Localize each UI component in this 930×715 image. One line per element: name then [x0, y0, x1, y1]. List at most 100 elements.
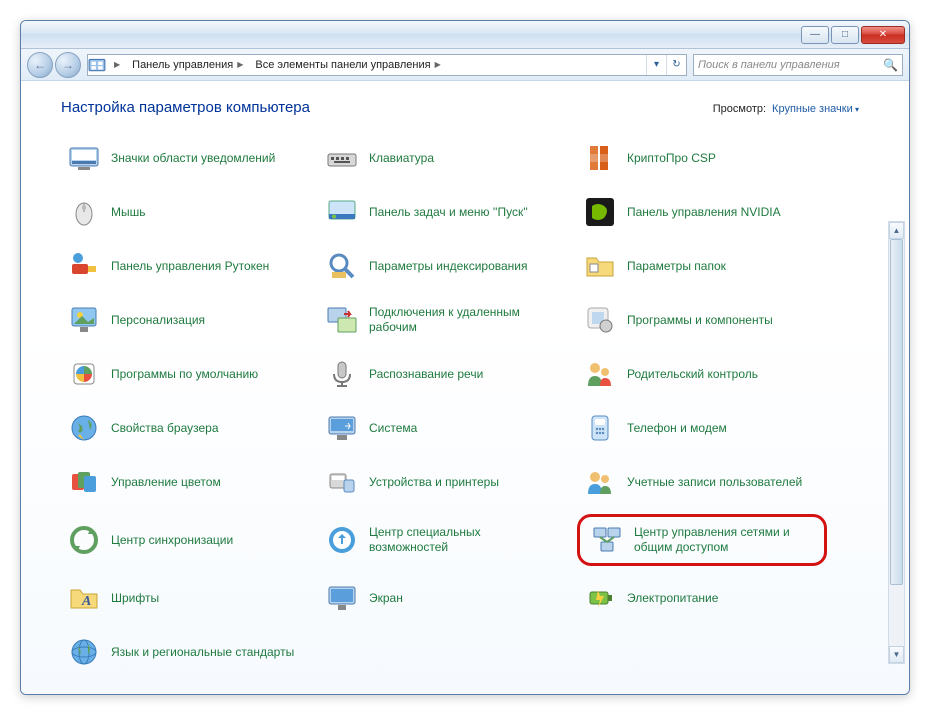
icon-keyboard	[325, 141, 359, 175]
item-label: Подключения к удаленным рабочим	[369, 305, 563, 335]
control-panel-item[interactable]: Значки области уведомлений	[61, 136, 311, 180]
scroll-track[interactable]	[889, 239, 904, 646]
control-panel-icon	[88, 56, 106, 74]
control-panel-item[interactable]: A Шрифты	[61, 576, 311, 620]
icon-programs	[583, 303, 617, 337]
item-label: КриптоПро CSP	[627, 151, 716, 166]
control-panel-item[interactable]: Мышь	[61, 190, 311, 234]
icon-network	[590, 523, 624, 557]
icon-personalization	[67, 303, 101, 337]
icon-speech	[325, 357, 359, 391]
control-panel-item[interactable]: Центр управления сетями и общим доступом	[577, 514, 827, 566]
icon-nvidia	[583, 195, 617, 229]
item-label: Управление цветом	[111, 475, 221, 490]
icon-remote	[325, 303, 359, 337]
item-label: Родительский контроль	[627, 367, 758, 382]
control-panel-item[interactable]: Центр специальных возможностей	[319, 514, 569, 566]
item-label: Параметры индексирования	[369, 259, 527, 274]
control-panel-window: — □ ✕ ← → ▶ Панель управления▶ Все элеме…	[20, 20, 910, 695]
icon-parental	[583, 357, 617, 391]
breadcrumb-sep[interactable]: ▶	[106, 55, 128, 75]
scroll-up-button[interactable]: ▲	[889, 222, 904, 239]
control-panel-item[interactable]: Устройства и принтеры	[319, 460, 569, 504]
control-panel-item[interactable]: Панель управления Рутокен	[61, 244, 311, 288]
item-label: Значки области уведомлений	[111, 151, 275, 166]
control-panel-item[interactable]: Распознавание речи	[319, 352, 569, 396]
control-panel-item[interactable]: Программы и компоненты	[577, 298, 827, 342]
control-panel-item[interactable]: Панель задач и меню ''Пуск''	[319, 190, 569, 234]
icon-folder-options	[583, 249, 617, 283]
icon-system	[325, 411, 359, 445]
address-dropdown[interactable]: ▾	[646, 55, 666, 75]
scroll-thumb[interactable]	[890, 239, 903, 585]
icon-ease	[325, 523, 359, 557]
control-panel-item[interactable]: Система	[319, 406, 569, 450]
control-panel-item[interactable]: Учетные записи пользователей	[577, 460, 827, 504]
control-panel-item[interactable]: КриптоПро CSP	[577, 136, 827, 180]
icon-region	[67, 635, 101, 669]
item-label: Устройства и принтеры	[369, 475, 499, 490]
forward-button[interactable]: →	[55, 52, 81, 78]
control-panel-item[interactable]: Клавиатура	[319, 136, 569, 180]
scroll-down-button[interactable]: ▼	[889, 646, 904, 663]
control-panel-item[interactable]: Персонализация	[61, 298, 311, 342]
control-panel-item[interactable]: Панель управления NVIDIA	[577, 190, 827, 234]
breadcrumb-1[interactable]: Панель управления▶	[128, 55, 251, 75]
icon-color	[67, 465, 101, 499]
view-by-label: Просмотр:	[713, 103, 766, 115]
page-title: Настройка параметров компьютера	[61, 99, 310, 116]
item-label: Центр специальных возможностей	[369, 525, 563, 555]
item-label: Центр синхронизации	[111, 533, 233, 548]
control-panel-item[interactable]: Центр синхронизации	[61, 514, 311, 566]
minimize-button[interactable]: —	[801, 26, 829, 44]
control-panel-item[interactable]: Экран	[319, 576, 569, 620]
icon-rutoken	[67, 249, 101, 283]
item-label: Программы и компоненты	[627, 313, 773, 328]
control-panel-item[interactable]: Родительский контроль	[577, 352, 827, 396]
item-label: Шрифты	[111, 591, 159, 606]
control-panel-item[interactable]: Параметры индексирования	[319, 244, 569, 288]
icon-internet	[67, 411, 101, 445]
item-label: Телефон и модем	[627, 421, 727, 436]
icon-default-programs	[67, 357, 101, 391]
svg-text:A: A	[81, 594, 91, 609]
control-panel-item[interactable]: Язык и региональные стандарты	[61, 630, 311, 674]
search-placeholder: Поиск в панели управления	[698, 59, 840, 71]
search-input[interactable]: Поиск в панели управления 🔍	[693, 54, 903, 76]
item-label: Мышь	[111, 205, 146, 220]
maximize-button[interactable]: □	[831, 26, 859, 44]
control-panel-item[interactable]: Свойства браузера	[61, 406, 311, 450]
icon-mouse	[67, 195, 101, 229]
icon-users	[583, 465, 617, 499]
address-bar[interactable]: ▶ Панель управления▶ Все элементы панели…	[87, 54, 687, 76]
item-label: Панель задач и меню ''Пуск''	[369, 205, 528, 220]
control-panel-item[interactable]: Параметры папок	[577, 244, 827, 288]
icon-phone	[583, 411, 617, 445]
item-label: Программы по умолчанию	[111, 367, 258, 382]
item-label: Параметры папок	[627, 259, 726, 274]
close-button[interactable]: ✕	[861, 26, 905, 44]
item-label: Система	[369, 421, 417, 436]
control-panel-item[interactable]: Телефон и модем	[577, 406, 827, 450]
item-label: Экран	[369, 591, 403, 606]
control-panel-item[interactable]: Программы по умолчанию	[61, 352, 311, 396]
breadcrumb-2[interactable]: Все элементы панели управления▶	[251, 55, 448, 75]
icon-power	[583, 581, 617, 615]
view-by-dropdown[interactable]: Крупные значки	[772, 103, 859, 115]
item-label: Учетные записи пользователей	[627, 475, 802, 490]
item-label: Центр управления сетями и общим доступом	[634, 525, 814, 555]
icon-notification-area	[67, 141, 101, 175]
item-label: Электропитание	[627, 591, 718, 606]
item-label: Панель управления Рутокен	[111, 259, 269, 274]
titlebar: — □ ✕	[21, 21, 909, 49]
item-label: Персонализация	[111, 313, 205, 328]
control-panel-item[interactable]: Подключения к удаленным рабочим	[319, 298, 569, 342]
control-panel-item[interactable]: Управление цветом	[61, 460, 311, 504]
icon-display	[325, 581, 359, 615]
scrollbar[interactable]: ▲ ▼	[888, 221, 905, 664]
back-button[interactable]: ←	[27, 52, 53, 78]
icon-crypto	[583, 141, 617, 175]
control-panel-item[interactable]: Электропитание	[577, 576, 827, 620]
icon-sync	[67, 523, 101, 557]
refresh-button[interactable]: ↻	[666, 55, 686, 75]
